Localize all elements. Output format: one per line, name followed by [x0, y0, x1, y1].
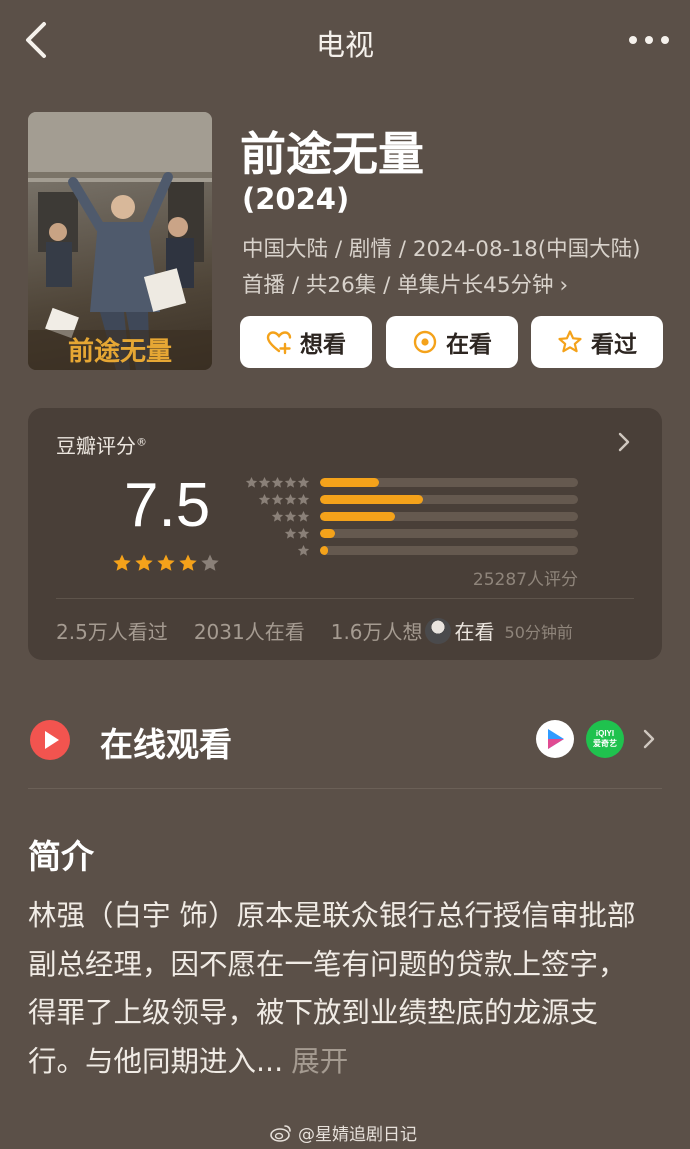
distribution-stars: [244, 527, 310, 540]
watching-count[interactable]: 2031人在看: [194, 616, 305, 645]
rater-count: 25287人评分: [472, 570, 578, 590]
friend-time: 50分钟前: [504, 622, 573, 642]
douban-rating-card[interactable]: 豆瓣评分® 7.5 25287人评分 2.5万人看过 2031人在看 1.6万人…: [28, 408, 662, 660]
intro-text: 林强（白宇 饰）原本是联众银行总行授信审批部副总经理，因不愿在一笔有问题的贷款上…: [28, 892, 648, 1086]
star-small-icon: [284, 493, 297, 505]
show-year: (2024): [242, 182, 350, 216]
distribution-bar-fill: [320, 546, 328, 555]
distribution-bar-fill: [320, 478, 380, 487]
star-small-icon: [258, 476, 271, 488]
weibo-icon: [270, 1124, 291, 1142]
card-divider: [56, 598, 634, 599]
iqiyi-text-bottom: 爱奇艺: [593, 739, 617, 748]
star-small-icon: [284, 476, 297, 488]
distribution-stars: [244, 493, 310, 506]
target-icon: [413, 330, 437, 354]
page-title: 电视: [315, 28, 374, 62]
play-icon: [30, 720, 70, 760]
iqiyi-icon[interactable]: iQIYI 爱奇艺: [586, 720, 624, 758]
rating-distribution-row: [244, 508, 584, 525]
top-bar: 电视: [0, 0, 690, 84]
youku-icon[interactable]: [536, 720, 574, 758]
watermark: @星婧追剧日记: [270, 1120, 417, 1145]
distribution-bar-track: [320, 495, 578, 504]
star-small-icon: [297, 527, 310, 539]
stats-row: 2.5万人看过 2031人在看 1.6万人想 在看 50分钟前: [56, 616, 573, 645]
more-dots-icon: [629, 36, 669, 44]
rating-distribution-row: [244, 474, 584, 491]
distribution-bar-track: [320, 512, 578, 521]
expand-button[interactable]: 展开: [291, 1045, 348, 1078]
distribution-bar-track: [320, 546, 578, 555]
distribution-bar-fill: [320, 495, 424, 504]
want-to-watch-label: 想看: [300, 332, 346, 358]
avatar[interactable]: [424, 617, 451, 644]
heart-plus-icon: [266, 331, 292, 355]
distribution-bar-fill: [320, 529, 336, 538]
chevron-right-icon: [643, 729, 655, 749]
watching-label: 在看: [446, 332, 492, 358]
iqiyi-text-top: iQIYI: [595, 729, 615, 738]
star-small-icon: [297, 493, 310, 505]
star-small-icon: [271, 493, 284, 505]
distribution-bar-track: [320, 478, 578, 487]
star-filled-icon: [157, 554, 175, 571]
watch-online-row[interactable]: 在线观看 iQIYI 爱奇艺: [28, 710, 662, 768]
show-poster[interactable]: 前途无量: [28, 112, 212, 370]
rating-distribution: [244, 474, 584, 559]
rating-stars: [112, 553, 220, 573]
star-small-icon: [258, 493, 271, 505]
want-to-watch-button[interactable]: 想看: [240, 316, 372, 368]
show-title: 前途无量: [240, 127, 424, 181]
distribution-stars: [244, 510, 310, 523]
star-small-icon: [284, 510, 297, 522]
watched-count[interactable]: 2.5万人看过: [56, 616, 168, 645]
star-small-icon: [245, 476, 258, 488]
rating-label-text: 豆瓣评分: [56, 434, 136, 458]
rating-distribution-row: [244, 525, 584, 542]
star-empty-icon: [201, 554, 219, 571]
star-outline-icon: [558, 330, 582, 353]
watermark-text: @星婧追剧日记: [298, 1125, 417, 1145]
distribution-stars: [244, 476, 310, 489]
more-button[interactable]: [626, 22, 672, 58]
distribution-bar-fill: [320, 512, 395, 521]
star-small-icon: [284, 527, 297, 539]
watched-label: 看过: [591, 332, 637, 358]
star-small-icon: [297, 476, 310, 488]
want-count[interactable]: 1.6万人想: [331, 616, 423, 645]
registered-mark: ®: [136, 435, 147, 449]
watched-button[interactable]: 看过: [531, 316, 663, 368]
rating-distribution-row: [244, 491, 584, 508]
star-filled-icon: [113, 554, 131, 571]
star-small-icon: [271, 476, 284, 488]
poster-image: 前途无量: [28, 112, 212, 370]
chevron-right-icon: ›: [559, 273, 569, 298]
rating-distribution-row: [244, 542, 584, 559]
rating-score: 7.5: [124, 471, 211, 540]
rating-label: 豆瓣评分®: [56, 430, 147, 459]
distribution-stars: [244, 544, 310, 557]
watch-online-title: 在线观看: [100, 725, 232, 764]
poster-title-text: 前途无量: [68, 336, 172, 367]
star-small-icon: [271, 510, 284, 522]
star-filled-icon: [179, 554, 197, 571]
star-small-icon: [297, 510, 310, 522]
distribution-bar-track: [320, 529, 578, 538]
watching-button[interactable]: 在看: [386, 316, 518, 368]
intro-heading: 简介: [28, 837, 94, 876]
section-divider: [28, 788, 662, 789]
friend-status: 在看: [454, 620, 495, 644]
show-meta-text: 中国大陆 / 剧情 / 2024-08-18(中国大陆)首播 / 共26集 / …: [242, 237, 641, 298]
show-meta[interactable]: 中国大陆 / 剧情 / 2024-08-18(中国大陆)首播 / 共26集 / …: [242, 232, 652, 304]
star-filled-icon: [135, 554, 153, 571]
star-small-icon: [297, 544, 310, 556]
chevron-right-icon[interactable]: [616, 430, 632, 454]
